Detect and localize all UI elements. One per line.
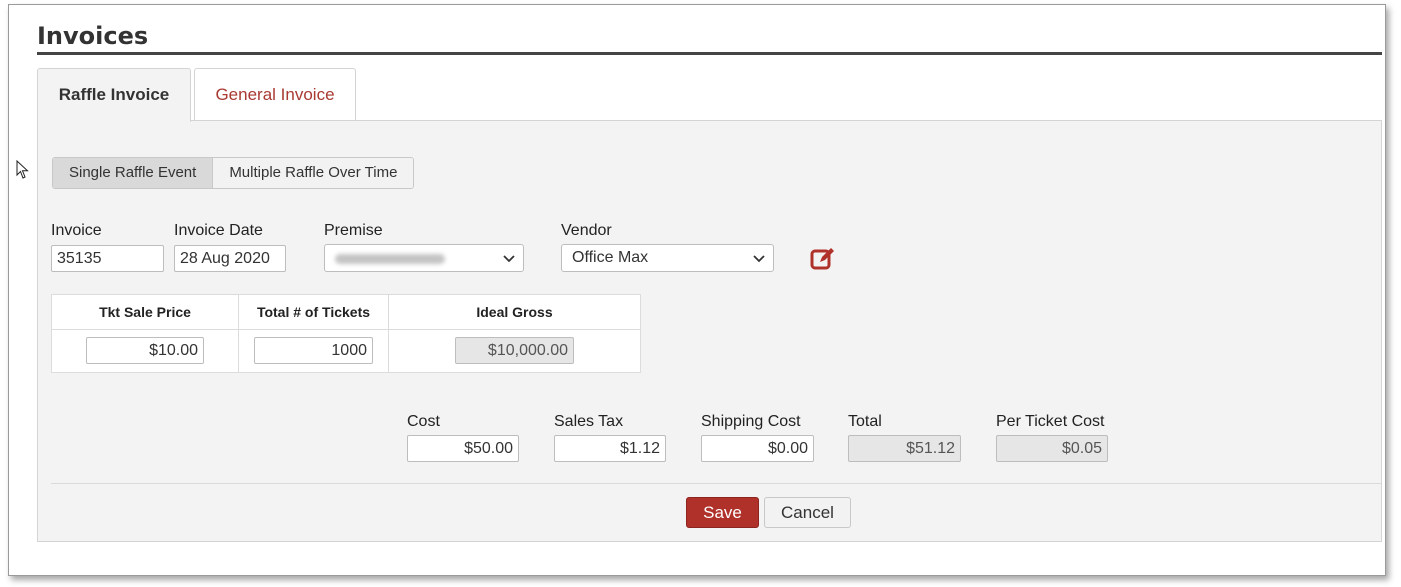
per-ticket-cost-label: Per Ticket Cost bbox=[996, 413, 1105, 430]
cost-field[interactable]: $50.00 bbox=[407, 435, 519, 462]
chevron-down-icon bbox=[753, 255, 765, 263]
tab-general-invoice[interactable]: General Invoice bbox=[194, 68, 356, 121]
cancel-button[interactable]: Cancel bbox=[764, 497, 851, 528]
total-field: $51.12 bbox=[848, 435, 961, 462]
total-label: Total bbox=[848, 413, 882, 430]
invoice-field[interactable]: 35135 bbox=[51, 245, 164, 272]
chevron-down-icon bbox=[503, 255, 515, 263]
invoice-date-field[interactable]: 28 Aug 2020 bbox=[174, 245, 286, 272]
title-divider bbox=[37, 52, 1382, 55]
per-ticket-cost-field: $0.05 bbox=[996, 435, 1108, 462]
total-tickets-field[interactable]: 1000 bbox=[254, 337, 373, 364]
tkt-sale-price-field[interactable]: $10.00 bbox=[86, 337, 204, 364]
raffle-mode-toggle: Single Raffle Event Multiple Raffle Over… bbox=[52, 157, 415, 189]
vendor-label: Vendor bbox=[561, 222, 612, 239]
shipping-cost-field[interactable]: $0.00 bbox=[701, 435, 814, 462]
save-button[interactable]: Save bbox=[686, 497, 759, 528]
sales-tax-label: Sales Tax bbox=[554, 413, 624, 430]
vendor-select[interactable]: Office Max bbox=[561, 244, 774, 272]
form-divider bbox=[51, 483, 1381, 484]
single-raffle-event-button[interactable]: Single Raffle Event bbox=[53, 158, 214, 188]
sales-tax-field[interactable]: $1.12 bbox=[554, 435, 666, 462]
premise-redacted-value bbox=[335, 254, 445, 264]
invoice-date-label: Invoice Date bbox=[174, 222, 263, 239]
multiple-raffle-over-time-button[interactable]: Multiple Raffle Over Time bbox=[213, 158, 414, 188]
ideal-gross-cell: $10,000.00 bbox=[388, 329, 641, 373]
premise-select[interactable] bbox=[324, 244, 524, 272]
mouse-cursor-icon bbox=[16, 160, 29, 179]
vendor-value: Office Max bbox=[572, 249, 649, 266]
shipping-cost-label: Shipping Cost bbox=[701, 413, 801, 430]
page-title: Invoices bbox=[37, 22, 149, 50]
ideal-gross-header: Ideal Gross bbox=[388, 294, 641, 330]
tkt-sale-price-cell: $10.00 bbox=[51, 329, 239, 373]
tab-raffle-invoice[interactable]: Raffle Invoice bbox=[37, 68, 191, 122]
premise-label: Premise bbox=[324, 222, 383, 239]
ticket-table: Tkt Sale Price Total # of Tickets Ideal … bbox=[51, 294, 641, 373]
cost-label: Cost bbox=[407, 413, 440, 430]
total-tickets-header: Total # of Tickets bbox=[238, 294, 389, 330]
tkt-sale-price-header: Tkt Sale Price bbox=[51, 294, 239, 330]
invoice-label: Invoice bbox=[51, 222, 102, 239]
total-tickets-cell: 1000 bbox=[238, 329, 389, 373]
ideal-gross-field: $10,000.00 bbox=[455, 337, 574, 364]
edit-square-icon[interactable] bbox=[809, 245, 837, 273]
